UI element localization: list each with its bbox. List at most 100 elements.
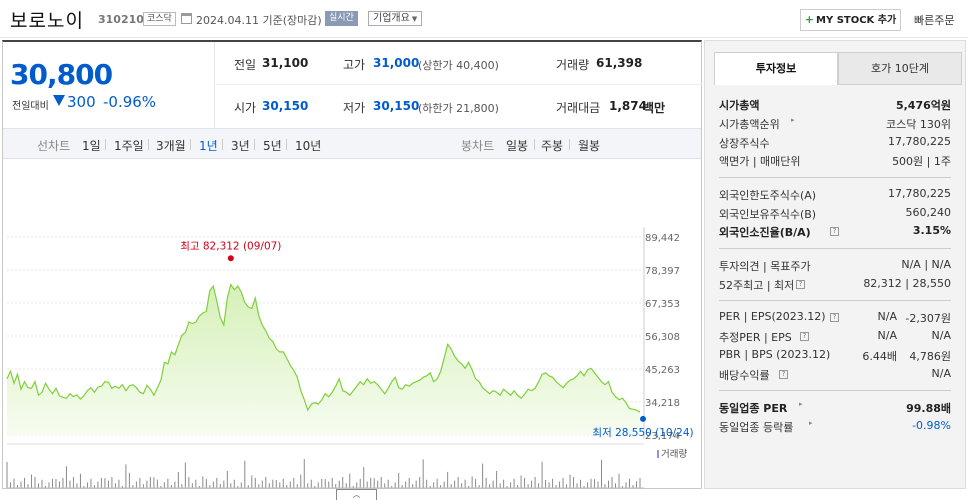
info-label: 외국인보유주식수(B) xyxy=(719,208,817,221)
info-row: 동일업종 등락률 ▸ -0.98% xyxy=(719,419,951,437)
period-1d[interactable]: 1일 xyxy=(82,137,101,154)
info-label: 52주최고 | 최저 xyxy=(719,279,795,292)
info-row: 외국인보유주식수(B) 560,240 xyxy=(719,206,951,224)
stock-header: 보로노이 310210 코스닥 2024.04.11 기준(장마감) 실시간 기… xyxy=(0,0,968,38)
help-icon[interactable]: ? xyxy=(800,332,809,341)
divider xyxy=(105,139,106,150)
chevron-down-icon: ▼ xyxy=(411,15,418,23)
high-label: 최고 82,312 (09/07) xyxy=(180,240,281,252)
y-tick-label: 78,397 xyxy=(645,266,680,277)
lower-limit: (하한가 21,800) xyxy=(418,102,499,115)
current-price: 30,800 xyxy=(10,58,113,91)
info-value-secondary: 4,786원 xyxy=(909,350,951,363)
info-row: 52주최고 | 최저? 82,312 | 28,550 xyxy=(719,277,951,295)
add-my-stock-label: MY STOCK 추가 xyxy=(816,15,897,26)
period-1w[interactable]: 1주일 xyxy=(114,137,144,154)
info-value: 99.88배 xyxy=(906,402,951,415)
period-3y[interactable]: 3년 xyxy=(231,137,250,154)
info-value-primary: N/A xyxy=(877,310,897,323)
info-value: 3.15% xyxy=(912,224,951,237)
plus-icon: + xyxy=(804,13,815,26)
period-10y[interactable]: 10년 xyxy=(295,137,321,154)
chevron-right-icon: ▸ xyxy=(809,419,813,427)
divider xyxy=(148,139,149,150)
change-amount: 300 xyxy=(67,93,96,111)
info-row: 시가총액 5,476억원 xyxy=(719,97,951,115)
divider xyxy=(534,139,535,150)
info-row: PBR | BPS (2023.12) 6.44배 4,786원 xyxy=(719,348,951,366)
divider xyxy=(190,139,191,150)
stock-name: 보로노이 xyxy=(10,10,84,32)
divider xyxy=(719,177,951,178)
tab-investment-info[interactable]: 투자정보 xyxy=(714,52,838,85)
upper-limit: (상한가 40,400) xyxy=(418,59,499,72)
realtime-badge[interactable]: 실시간 xyxy=(325,11,358,26)
period-3m[interactable]: 3개월 xyxy=(156,137,186,154)
divider xyxy=(222,139,223,150)
divider xyxy=(569,139,570,150)
candle-chart-heading: 봉차트 xyxy=(461,139,495,153)
candle-daily[interactable]: 일봉 xyxy=(506,137,528,154)
help-icon[interactable]: ? xyxy=(830,313,839,322)
info-value: -0.98% xyxy=(912,419,951,432)
info-label: 액면가 | 매매단위 xyxy=(719,155,801,168)
low-marker xyxy=(640,415,646,422)
info-value-primary: 6.44배 xyxy=(862,350,897,363)
period-5y[interactable]: 5년 xyxy=(263,137,282,154)
info-value-secondary: -2,307원 xyxy=(905,312,951,325)
info-value-secondary: N/A xyxy=(931,329,951,342)
info-label: PBR | BPS (2023.12) xyxy=(719,348,831,361)
y-tick-label: 67,353 xyxy=(645,299,680,310)
candle-weekly[interactable]: 주봉 xyxy=(541,137,563,154)
info-value-secondary: N/A xyxy=(931,367,951,380)
info-value: 17,780,225 xyxy=(888,135,951,148)
add-my-stock-button[interactable]: + MY STOCK 추가 xyxy=(800,9,901,31)
period-1y[interactable]: 1년 xyxy=(199,137,218,154)
info-label: 동일업종 등락률 xyxy=(719,421,794,434)
tab-order-book[interactable]: 호가 10단계 xyxy=(838,52,962,85)
volume-legend-swatch xyxy=(657,450,659,458)
investment-info-panel: 투자정보 호가 10단계 시가총액 5,476억원 시가총액순위 ▸ 코스닥 130위 상… xyxy=(704,40,966,489)
y-tick-label: 56,308 xyxy=(645,332,680,343)
company-overview-dropdown[interactable]: 기업개요 ▼ xyxy=(368,11,423,26)
info-label: PER | EPS(2023.12) xyxy=(719,310,826,323)
divider xyxy=(719,248,951,249)
info-row: 시가총액순위 ▸ 코스닥 130위 xyxy=(719,116,951,134)
info-value: 500원 | 1주 xyxy=(892,155,951,168)
change-label: 전일대비 xyxy=(12,101,49,112)
help-icon[interactable]: ? xyxy=(779,370,788,379)
chevron-right-icon: ▸ xyxy=(791,116,795,124)
info-label: 배당수익률 xyxy=(719,369,770,382)
base-date: 2024.04.11 기준(장마감) xyxy=(196,14,322,27)
info-row: 배당수익률? N/A xyxy=(719,367,951,385)
info-row: 투자의견 | 목표주가 N/A | N/A xyxy=(719,258,951,276)
divider xyxy=(216,84,702,85)
info-label: 투자의견 | 목표주가 xyxy=(719,260,811,273)
price-area-fill xyxy=(7,284,640,435)
info-row: 상장주식수 17,780,225 xyxy=(719,135,951,153)
info-label: 추정PER | EPS xyxy=(719,331,792,344)
high-marker xyxy=(227,255,234,262)
price-chart[interactable]: 89,44278,39767,35356,30845,26334,21823,1… xyxy=(3,160,701,489)
amount-unit: 백만 xyxy=(643,101,666,115)
candle-monthly[interactable]: 월봉 xyxy=(578,137,600,154)
quick-order-link[interactable]: 빠른주문 xyxy=(914,12,954,28)
change-rate: -0.96% xyxy=(103,93,157,111)
info-label: 외국인소진율(B/A) xyxy=(719,226,811,239)
current-price-box: 30,800 전일대비 300 -0.96% xyxy=(3,42,215,128)
volume-label: 거래량 xyxy=(556,58,590,72)
down-triangle-icon xyxy=(53,95,65,106)
low-label: 저가 xyxy=(343,101,366,115)
open-value: 30,150 xyxy=(262,99,309,113)
prev-close-label: 전일 xyxy=(234,58,257,72)
line-chart-heading: 선차트 xyxy=(37,139,71,153)
info-value: 560,240 xyxy=(905,206,952,219)
chart-toggle-handle[interactable]: ︿ xyxy=(336,489,377,500)
info-label: 상장주식수 xyxy=(719,137,770,150)
help-icon[interactable]: ? xyxy=(796,280,805,289)
help-icon[interactable]: ? xyxy=(830,227,839,236)
info-value: 5,476억원 xyxy=(895,99,951,112)
info-value: 코스닥 130위 xyxy=(886,118,951,131)
company-overview-label: 기업개요 xyxy=(373,13,410,24)
info-row: 추정PER | EPS? N/A N/A xyxy=(719,329,951,347)
